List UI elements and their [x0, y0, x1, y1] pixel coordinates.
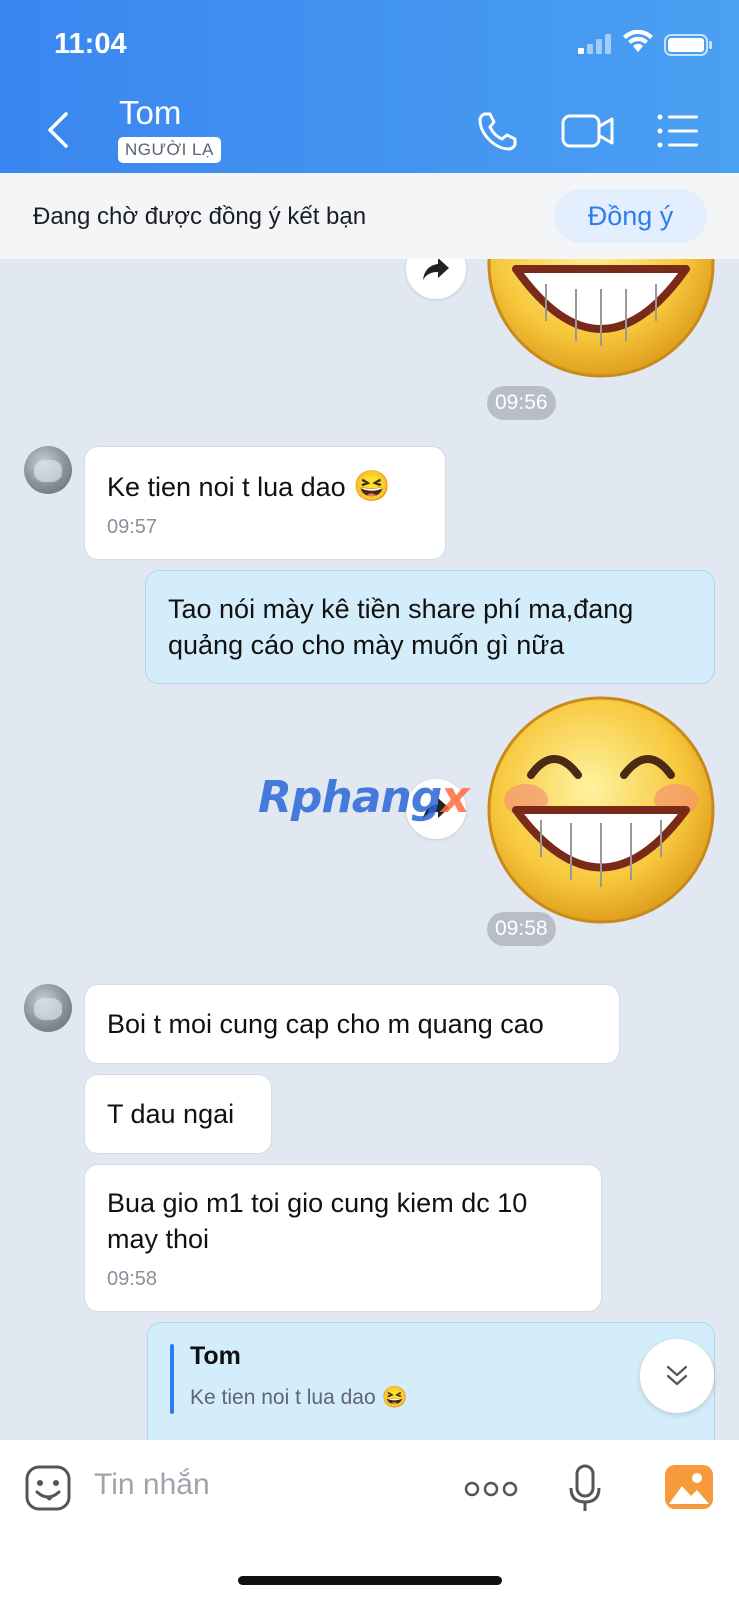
sticker-emoji-icon[interactable]: [24, 1464, 72, 1512]
reply-quote-text: Ke tien noi t lua dao 😆: [190, 1386, 408, 1409]
video-call-icon[interactable]: [560, 108, 616, 154]
watermark-logo: Rphangx: [258, 772, 470, 823]
contact-name[interactable]: Tom: [119, 94, 181, 132]
laughing-emoji-icon: 😆: [381, 1386, 408, 1409]
friend-request-banner: Đang chờ được đồng ý kết bạn Đồng ý: [0, 173, 739, 259]
forward-arrow-icon: [423, 259, 449, 280]
reply-quote-bar: [170, 1344, 174, 1414]
status-time: 11:04: [54, 28, 127, 60]
accept-friend-button[interactable]: Đồng ý: [554, 189, 707, 243]
time-divider: 09:58: [487, 912, 556, 946]
message-bubble-outgoing[interactable]: Tao nói mày kê tiền share phí ma,đang qu…: [145, 570, 715, 684]
menu-list-icon[interactable]: [655, 108, 701, 154]
time-divider: 09:56: [487, 386, 556, 420]
message-time: 09:58: [107, 1268, 158, 1290]
message-text: Ke tien noi t lua dao: [107, 472, 346, 502]
message-text: Boi t moi cung cap cho m quang cao: [107, 1009, 544, 1039]
double-chevron-down-icon: [666, 1365, 688, 1386]
chat-messages[interactable]: 09:56 Ke tien noi t lua dao 😆 09:57 Tao …: [0, 259, 739, 1440]
home-indicator: [238, 1576, 502, 1585]
grinning-sticker-icon[interactable]: [486, 695, 716, 925]
message-bubble-incoming[interactable]: Boi t moi cung cap cho m quang cao: [84, 984, 620, 1064]
message-input[interactable]: Tin nhắn: [94, 1468, 210, 1502]
message-text: T dau ngai: [107, 1099, 235, 1129]
wifi-icon: [623, 30, 653, 52]
contact-avatar[interactable]: [24, 446, 72, 494]
message-bubble-incoming[interactable]: Ke tien noi t lua dao 😆 09:57: [84, 446, 446, 560]
message-bubble-outgoing-reply[interactable]: [147, 1322, 715, 1440]
phone-icon[interactable]: [475, 108, 521, 154]
scroll-to-bottom-button[interactable]: [640, 1339, 714, 1413]
share-forward-button[interactable]: [406, 259, 466, 299]
chat-header: 11:04 Tom NGƯỜI LẠ: [0, 0, 739, 173]
friend-request-text: Đang chờ được đồng ý kết bạn: [33, 203, 367, 230]
stranger-badge: NGƯỜI LẠ: [118, 137, 221, 163]
grinning-sticker-icon[interactable]: [486, 259, 716, 379]
message-bubble-incoming[interactable]: Bua gio m1 toi gio cung kiem dc 10 may t…: [84, 1164, 602, 1312]
battery-icon: [664, 34, 712, 56]
message-text: Tao nói mày kê tiền share phí ma,đang qu…: [168, 594, 634, 660]
message-text: Bua gio m1 toi gio cung kiem dc 10 may t…: [107, 1188, 528, 1254]
contact-avatar[interactable]: [24, 984, 72, 1032]
laughing-emoji-icon: 😆: [353, 470, 391, 503]
message-time: 09:57: [107, 516, 158, 538]
reply-sender-name: Tom: [190, 1342, 241, 1370]
microphone-icon[interactable]: [568, 1464, 602, 1514]
more-options-icon[interactable]: [464, 1480, 518, 1498]
image-gallery-icon[interactable]: [664, 1464, 714, 1510]
signal-icon: [578, 34, 611, 54]
back-arrow-icon[interactable]: [38, 108, 78, 152]
message-bubble-incoming[interactable]: T dau ngai: [84, 1074, 272, 1154]
